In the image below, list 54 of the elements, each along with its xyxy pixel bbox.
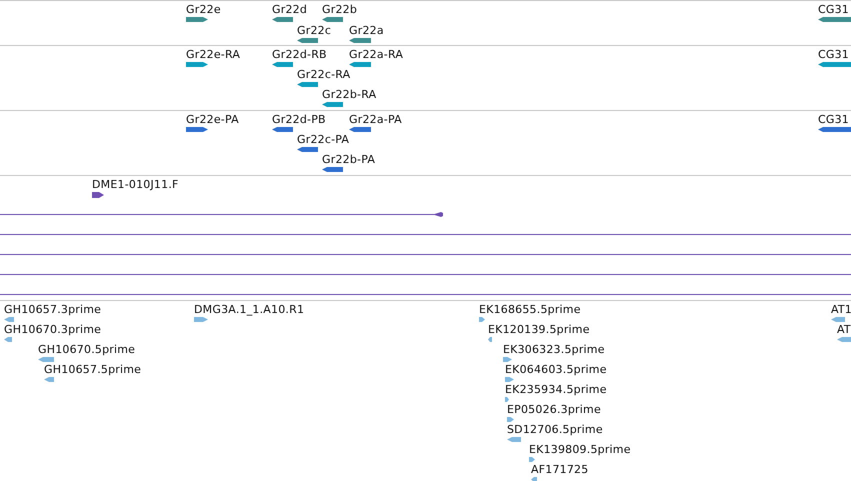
feature-label: Gr22c-PA bbox=[297, 133, 350, 146]
feature-label: Gr22c-RA bbox=[297, 68, 350, 81]
feature-label: Gr22a-RA bbox=[349, 48, 404, 61]
feature-label: Gr22b-RA bbox=[322, 88, 376, 101]
feature-label: Gr22e-PA bbox=[186, 113, 239, 126]
feature-label: AF171725 bbox=[531, 463, 588, 476]
feature-label: CG31 bbox=[818, 48, 850, 61]
feature-glyph[interactable] bbox=[322, 17, 343, 22]
feature-label: EK168655.5prime bbox=[479, 303, 581, 316]
feature-label: Gr22d-PB bbox=[272, 113, 326, 126]
feature-glyph[interactable] bbox=[322, 167, 343, 172]
feature-glyph[interactable] bbox=[272, 17, 293, 22]
feature-glyph[interactable] bbox=[92, 192, 104, 198]
feature-label: Gr22a bbox=[349, 24, 384, 37]
feature-glyph[interactable] bbox=[272, 127, 293, 132]
feature-label: Gr22c bbox=[297, 24, 332, 37]
feature-label: Gr22e-RA bbox=[186, 48, 240, 61]
feature-label: AT bbox=[837, 323, 851, 336]
feature-glyph[interactable] bbox=[297, 38, 318, 43]
feature-label: CG31 bbox=[818, 113, 850, 126]
feature-glyph[interactable] bbox=[818, 62, 851, 67]
feature-label: EK235934.5prime bbox=[505, 383, 607, 396]
feature-label: Gr22a-PA bbox=[349, 113, 402, 126]
feature-glyph[interactable] bbox=[349, 62, 371, 67]
feature-glyph[interactable] bbox=[272, 62, 293, 67]
feature-label: EK064603.5prime bbox=[505, 363, 607, 376]
feature-label: GH10670.3prime bbox=[4, 323, 102, 336]
feature-label: GH10657.5prime bbox=[44, 363, 142, 376]
feature-label: GH10657.3prime bbox=[4, 303, 102, 316]
feature-glyph[interactable] bbox=[322, 102, 343, 107]
feature-label: EK139809.5prime bbox=[529, 443, 631, 456]
feature-label: DME1-010J11.F bbox=[92, 178, 179, 191]
feature-label: Gr22b bbox=[322, 3, 358, 16]
feature-glyph[interactable] bbox=[297, 147, 318, 152]
feature-glyph[interactable] bbox=[186, 127, 208, 132]
feature-glyph[interactable] bbox=[349, 127, 371, 132]
feature-label: Gr22b-PA bbox=[322, 153, 376, 166]
feature-label: Gr22d bbox=[272, 3, 308, 16]
feature-glyph[interactable] bbox=[186, 17, 208, 22]
feature-label: Gr22d-RB bbox=[272, 48, 327, 61]
feature-label: GH10670.5prime bbox=[38, 343, 136, 356]
feature-label: Gr22e bbox=[186, 3, 221, 16]
feature-label: CG31 bbox=[818, 3, 850, 16]
feature-label: EK120139.5prime bbox=[488, 323, 590, 336]
feature-label: AT1 bbox=[831, 303, 851, 316]
feature-label: DMG3A.1_1.A10.R1 bbox=[194, 303, 304, 316]
feature-glyph[interactable] bbox=[818, 17, 851, 22]
feature-glyph[interactable] bbox=[297, 82, 318, 87]
feature-label: EP05026.3prime bbox=[507, 403, 601, 416]
feature-label: EK306323.5prime bbox=[503, 343, 605, 356]
feature-glyph[interactable] bbox=[818, 127, 851, 132]
feature-glyph[interactable] bbox=[186, 62, 208, 67]
feature-label: SD12706.5prime bbox=[507, 423, 603, 436]
feature-glyph[interactable] bbox=[349, 38, 371, 43]
